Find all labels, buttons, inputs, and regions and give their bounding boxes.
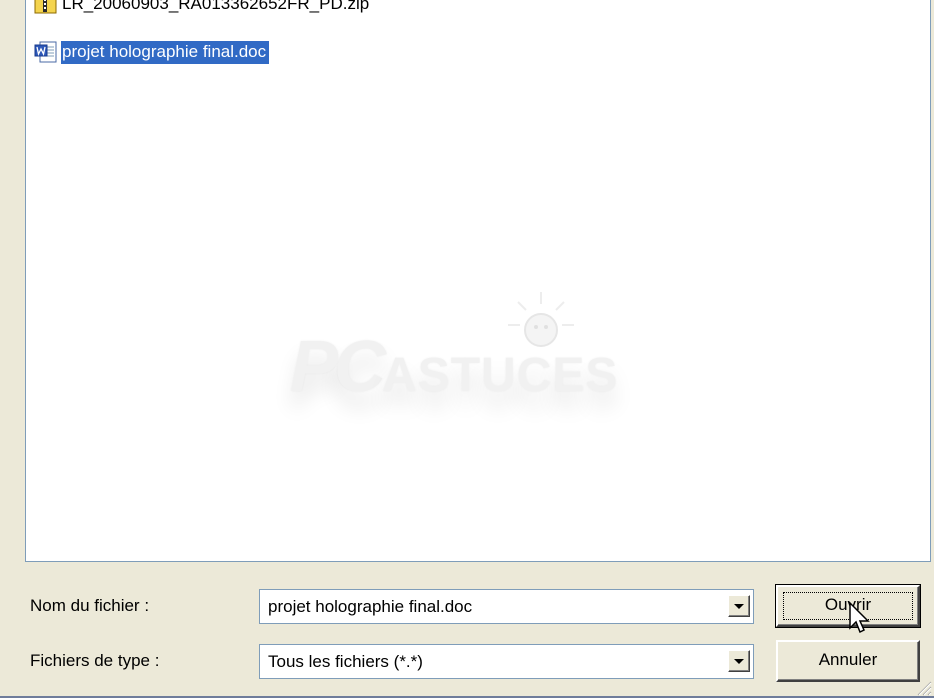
open-button-label: Ouvrir	[824, 595, 872, 614]
cancel-button[interactable]: Annuler	[776, 640, 920, 682]
watermark-logo: PCASTUCES	[286, 290, 746, 460]
file-name-value[interactable]: projet holographie final.doc	[268, 596, 472, 618]
zip-folder-icon	[34, 0, 58, 15]
watermark-astuces: ASTUCES	[382, 349, 619, 402]
file-name-dropdown-button[interactable]	[728, 595, 750, 617]
watermark-pc: PC	[290, 327, 386, 407]
file-type-value[interactable]: Tous les fichiers (*.*)	[268, 651, 423, 673]
watermark-text: PCASTUCES	[290, 326, 618, 408]
sun-icon	[508, 292, 574, 347]
file-name: projet holographie final.doc	[61, 40, 270, 64]
open-button[interactable]: Ouvrir	[775, 584, 921, 628]
file-type-label: Fichiers de type :	[30, 651, 160, 670]
chevron-down-icon	[734, 604, 744, 609]
word-document-icon	[34, 41, 58, 63]
file-item-doc[interactable]: projet holographie final.doc	[34, 40, 270, 64]
resize-grip-icon[interactable]	[914, 678, 932, 696]
file-type-combobox[interactable]: Tous les fichiers (*.*)	[259, 644, 754, 679]
file-name-combobox[interactable]: projet holographie final.doc	[259, 589, 754, 624]
file-item-zip[interactable]: LR_20060903_RA013362652FR_PD.zip	[34, 0, 372, 16]
file-name: LR_20060903_RA013362652FR_PD.zip	[62, 0, 370, 13]
file-type-dropdown-button[interactable]	[728, 650, 750, 672]
chevron-down-icon	[734, 659, 744, 664]
cancel-button-label: Annuler	[818, 650, 878, 669]
file-list[interactable]: LR_20060903_RA013362652FR_PD.zip projet …	[25, 0, 931, 562]
file-name-label: Nom du fichier :	[30, 596, 150, 615]
